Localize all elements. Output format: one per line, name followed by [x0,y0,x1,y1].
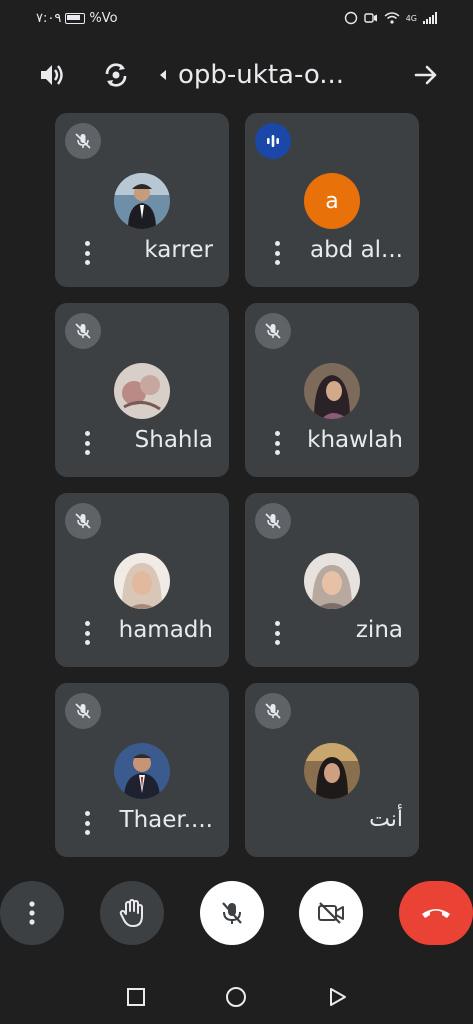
battery-icon [65,12,86,24]
meeting-details-button[interactable] [406,55,446,95]
speaker-button[interactable] [32,55,72,95]
participant-name: zina [355,617,403,643]
system-nav-bar [0,975,473,1021]
square-icon [127,988,145,1006]
top-bar: opb-ukta-o... [0,50,473,100]
status-left: ٧:٠٩ %Vo [36,11,118,26]
circle-icon [226,987,246,1007]
participant-tile-self[interactable]: أنت [245,683,419,857]
more-vert-icon [29,901,35,925]
participant-tile[interactable]: zina [245,493,419,667]
participant-name: Shahla [134,427,213,453]
videocam-off-icon [318,902,344,924]
network-type: 4G [405,13,417,23]
home-button[interactable] [224,985,248,1009]
mic-off-icon [255,693,291,729]
signal-icon [423,12,437,24]
participant-tile[interactable]: Shahla [55,303,229,477]
more-options-button[interactable] [0,881,64,945]
participant-options-icon[interactable] [77,431,97,455]
end-call-button[interactable] [399,881,473,945]
avatar [304,363,360,419]
raise-hand-icon [119,899,143,927]
participant-name: khawlah [307,427,403,453]
switch-camera-button[interactable] [96,55,136,95]
caret-left-icon [160,70,166,80]
participant-name: hamadh [118,617,213,643]
avatar [114,743,170,799]
battery-percent: %Vo [89,10,118,26]
whatsapp-icon [344,11,357,25]
avatar [114,363,170,419]
participant-grid: karrer a abd al... Shahla khawlah hamadh… [55,113,419,857]
call-controls [0,881,473,949]
participant-options-icon[interactable] [77,621,97,645]
participant-tile[interactable]: Thaer.... [55,683,229,857]
recents-button[interactable] [124,985,148,1009]
mic-off-icon [255,503,291,539]
participant-options-icon[interactable] [267,241,287,265]
mic-off-icon [65,123,101,159]
status-right: 4G [344,11,437,25]
mic-off-icon [65,693,101,729]
switch-camera-icon [105,63,127,87]
mic-off-icon [65,313,101,349]
camera-toggle-button[interactable] [299,881,363,945]
participant-tile[interactable]: karrer [55,113,229,287]
avatar [304,743,360,799]
microphone-toggle-button[interactable] [200,881,264,945]
speaking-indicator-icon [255,123,291,159]
participant-name: Thaer.... [119,807,213,833]
meeting-code[interactable]: opb-ukta-o... [160,60,344,90]
participant-options-icon[interactable] [77,241,97,265]
clock: ٧:٠٩ [36,10,62,26]
participant-options-icon[interactable] [267,431,287,455]
participant-options-icon[interactable] [77,811,97,835]
participant-options-icon[interactable] [267,621,287,645]
participant-tile[interactable]: khawlah [245,303,419,477]
triangle-back-icon [330,988,346,1006]
participant-name: أنت [369,807,403,832]
participant-name: abd al... [309,237,403,263]
arrow-right-icon [414,65,437,85]
avatar [304,553,360,609]
video-notification-icon [364,13,377,23]
mic-off-icon [222,902,242,924]
raise-hand-button[interactable] [100,881,164,945]
status-bar: ٧:٠٩ %Vo 4G [0,0,473,36]
meeting-code-text: opb-ukta-o... [178,60,345,90]
avatar [114,173,170,229]
wifi-icon [384,12,400,24]
participant-tile[interactable]: hamadh [55,493,229,667]
back-button[interactable] [326,985,350,1009]
volume-icon [41,65,63,85]
participant-name: karrer [144,237,213,263]
mic-off-icon [255,313,291,349]
mic-off-icon [65,503,101,539]
call-end-icon [422,909,450,918]
avatar-letter: a [304,173,360,229]
participant-tile[interactable]: a abd al... [245,113,419,287]
avatar [114,553,170,609]
